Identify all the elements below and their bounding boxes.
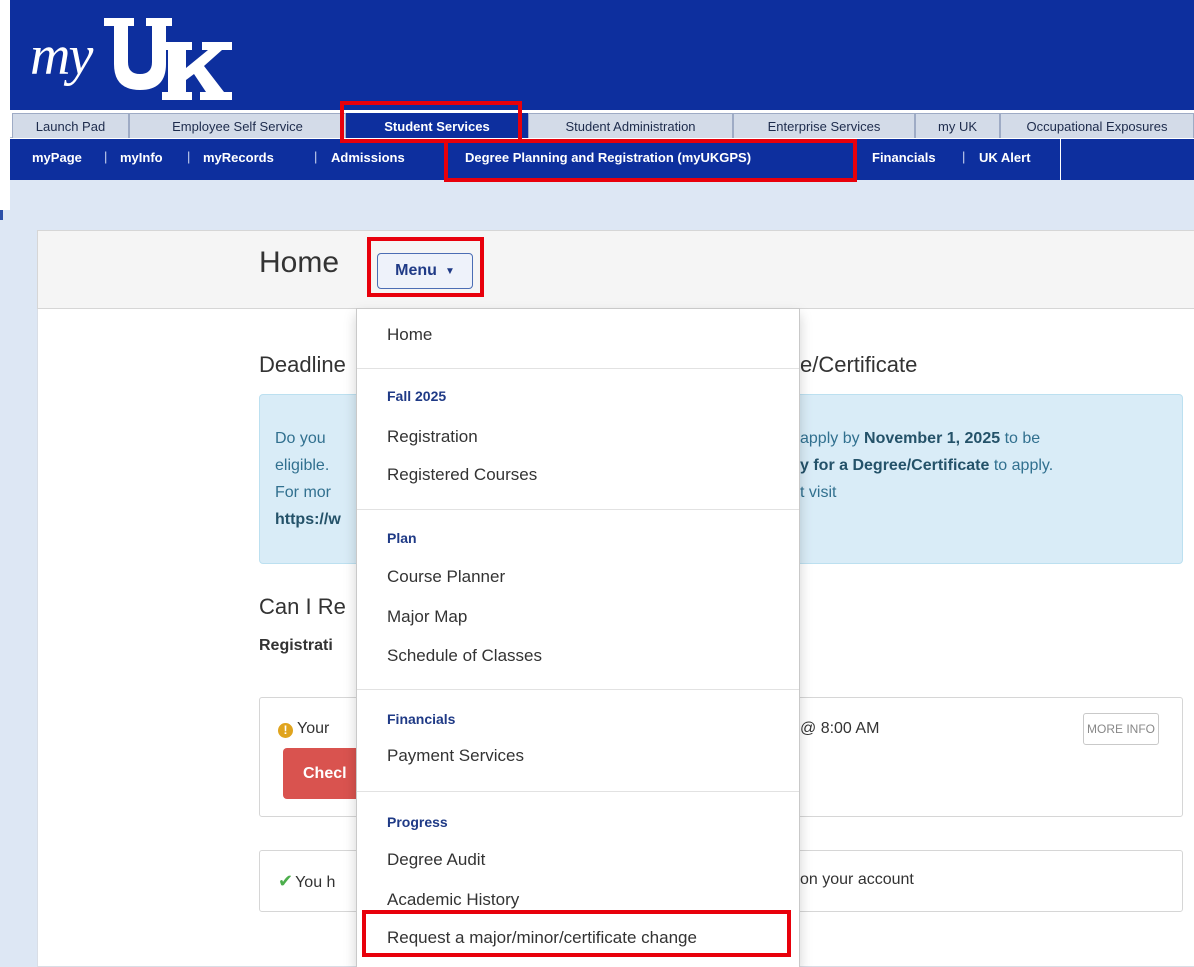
tab-my-uk[interactable]: my UK [915,113,1000,138]
deadline-heading-tail: e/Certificate [800,352,918,377]
holds-status-text: ✔ You h [278,871,335,892]
uk-logo-icon [104,18,232,100]
tab-enterprise-services[interactable]: Enterprise Services [733,113,915,138]
warning-icon: ! [278,723,293,738]
subtab-separator: | [314,149,318,164]
logo-my-text: my [30,25,93,87]
myuk-logo[interactable]: my [18,6,248,106]
menu-item-degree-audit[interactable]: Degree Audit [387,850,485,870]
menu-button[interactable]: Menu ▼ [377,253,473,289]
subtab-mypage[interactable]: myPage [32,150,82,165]
registration-time-text: ! Your [278,720,329,738]
subtab-separator: | [104,149,108,164]
subtab-degree-planning[interactable]: Degree Planning and Registration (myUKGP… [465,150,751,165]
info-line: Do you [275,430,326,447]
holds-status-tail: on your account [800,871,914,888]
checkmark-icon: ✔ [278,871,294,891]
menu-item-payment-services[interactable]: Payment Services [387,746,524,766]
info-line-right: y for a Degree/Certificate to apply. [800,457,1053,475]
menu-item-registered-courses[interactable]: Registered Courses [387,465,537,485]
info-line: For mor [275,484,331,501]
more-info-button[interactable]: MORE INFO [1083,713,1159,745]
deadline-date: November 1, 2025 [864,430,1001,447]
tab-occupational-exposures[interactable]: Occupational Exposures [1000,113,1194,138]
menu-item-request-major-change[interactable]: Request a major/minor/certificate change [387,928,697,948]
subtab-separator: | [962,149,966,164]
tab-employee-self-service[interactable]: Employee Self Service [129,113,346,138]
registration-time-label: Your [297,720,330,737]
subtab-financials[interactable]: Financials [872,150,936,165]
secondary-tabs: myPage | myInfo | myRecords | Admissions… [10,139,1194,180]
page-header-bar [37,230,1194,309]
menu-divider [357,791,799,792]
menu-item-major-map[interactable]: Major Map [387,607,467,627]
menu-item-academic-history[interactable]: Academic History [387,890,519,910]
menu-button-label: Menu [395,262,437,279]
menu-divider [357,509,799,510]
info-text: to apply. [989,457,1054,474]
menu-item-course-planner[interactable]: Course Planner [387,567,505,587]
tab-launch-pad[interactable]: Launch Pad [12,113,129,138]
tab-student-services[interactable]: Student Services [346,113,528,138]
holds-status-label: You h [295,874,336,891]
menu-item-home[interactable]: Home [387,325,432,345]
subtab-end-divider [1060,139,1061,180]
registration-label: Registrati [259,637,333,654]
tab-student-administration[interactable]: Student Administration [528,113,733,138]
menu-item-schedule-of-classes[interactable]: Schedule of Classes [387,646,542,666]
menu-heading-fall-2025: Fall 2025 [387,388,447,404]
subtab-myrecords[interactable]: myRecords [203,150,274,165]
can-register-heading: Can I Re [259,594,346,619]
site-header: my [10,0,1194,110]
menu-divider [357,368,799,369]
page-title: Home [259,246,340,279]
subtab-separator: | [187,149,191,164]
header-spacer [10,180,1194,210]
primary-tabs: Launch Pad Employee Self Service Student… [10,110,1194,138]
info-line-right: apply by November 1, 2025 to be [800,430,1040,448]
menu-divider [357,689,799,690]
menu-heading-plan: Plan [387,530,417,546]
info-line-right: t visit [800,484,837,501]
subtab-myinfo[interactable]: myInfo [120,150,163,165]
menu-heading-progress: Progress [387,814,448,830]
info-text: to be [1000,430,1041,447]
caret-down-icon: ▼ [444,265,455,277]
subtab-uk-alert[interactable]: UK Alert [979,150,1031,165]
left-rail [0,210,10,967]
menu-item-registration[interactable]: Registration [387,427,478,447]
info-text: apply by [800,430,865,447]
info-link[interactable]: https://w [275,511,341,529]
left-rail-marker [0,210,3,220]
apply-degree-link[interactable]: y for a Degree/Certificate [800,457,989,474]
info-line: eligible. [275,457,330,474]
subtab-admissions[interactable]: Admissions [331,150,405,165]
registration-time-value: @ 8:00 AM [800,720,880,737]
menu-heading-financials: Financials [387,711,456,727]
deadline-heading: Deadline [259,352,346,377]
